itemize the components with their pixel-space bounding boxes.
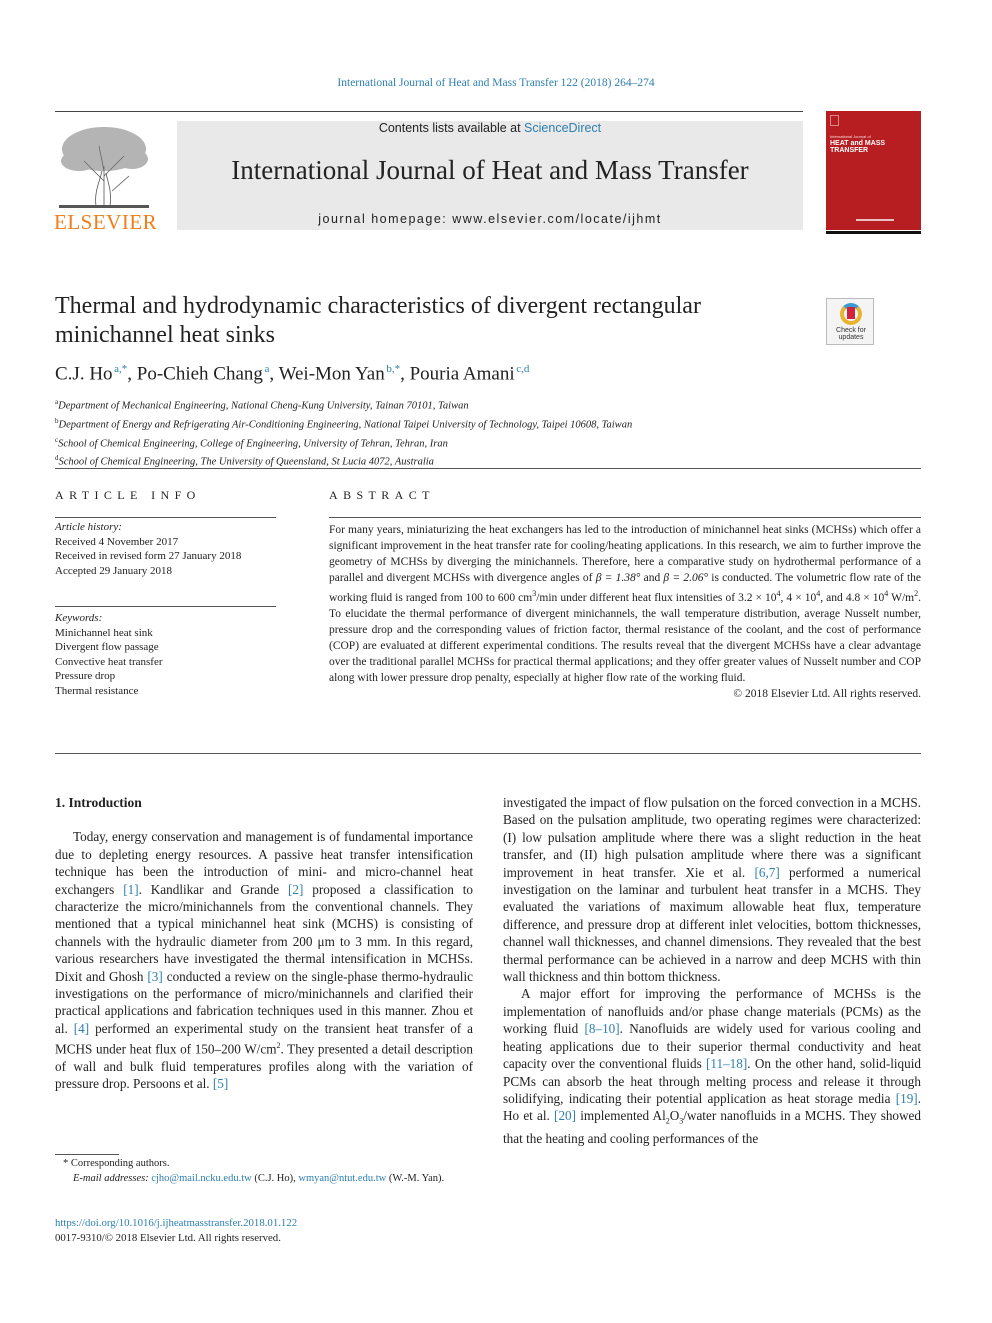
check-for-updates-label: Check for updates [827, 327, 875, 341]
email-link[interactable]: wmyan@ntut.edu.tw [298, 1173, 386, 1184]
abstract-rule [329, 517, 921, 518]
check-for-updates-button[interactable]: Check for updates [826, 298, 874, 345]
author-affil-marker[interactable]: a [265, 363, 270, 375]
body-column-left: 1. Introduction Today, energy conservati… [55, 794, 473, 1093]
cover-line-1: International Journal of [830, 134, 871, 139]
running-head-citation[interactable]: International Journal of Heat and Mass T… [0, 77, 992, 89]
history-item: Received in revised form 27 January 2018 [55, 550, 242, 562]
body-divider [55, 753, 921, 754]
journal-homepage-link[interactable]: journal homepage: www.elsevier.com/locat… [177, 212, 803, 226]
body-paragraph: A major effort for improving the perform… [503, 986, 921, 1147]
keywords-rule [55, 606, 276, 607]
citation-link[interactable]: [20] [554, 1108, 576, 1123]
author-name[interactable]: C.J. Ho [55, 363, 113, 384]
author-affil-marker[interactable]: c,d [516, 363, 529, 375]
author-name[interactable]: Wei-Mon Yan [279, 363, 385, 384]
cover-line-3: TRANSFER [830, 147, 869, 154]
citation-link[interactable]: [5] [213, 1076, 228, 1091]
doi-block: https://doi.org/10.1016/j.ijheatmasstran… [55, 1216, 297, 1246]
cover-line-2: HEAT and MASS [830, 140, 886, 147]
abstract-copyright: © 2018 Elsevier Ltd. All rights reserved… [733, 687, 921, 700]
cover-logo-icon [830, 115, 839, 126]
contents-availability: Contents lists available at ScienceDirec… [177, 121, 803, 135]
author-affil-marker[interactable]: b,* [386, 363, 400, 375]
citation-link[interactable]: [11–18] [706, 1056, 747, 1071]
citation-link[interactable]: [8–10] [584, 1021, 619, 1036]
check-updates-line-2: updates [838, 334, 864, 341]
affiliation-item: bDepartment of Energy and Refrigerating … [55, 414, 632, 433]
email-link[interactable]: cjho@mail.ncku.edu.tw [151, 1173, 251, 1184]
affiliation-text: School of Chemical Engineering, The Univ… [58, 456, 434, 468]
tree-icon [59, 127, 149, 208]
body-paragraph: Today, energy conservation and managemen… [55, 829, 473, 1092]
issn-copyright: 0017-9310/© 2018 Elsevier Ltd. All right… [55, 1232, 281, 1244]
author-name[interactable]: Pouria Amani [410, 363, 515, 384]
abstract-body: For many years, miniaturizing the heat e… [329, 522, 921, 702]
keyword-item[interactable]: Thermal resistance [55, 684, 163, 699]
section-divider [55, 468, 921, 469]
citation-link[interactable]: [1] [123, 882, 138, 897]
article-info-heading: ARTICLE INFO [55, 488, 201, 502]
abstract-heading: ABSTRACT [329, 488, 435, 502]
section-heading-introduction: 1. Introduction [55, 795, 142, 810]
journal-cover-thumbnail[interactable]: International Journal of HEAT and MASS T… [826, 111, 921, 230]
history-item: Received 4 November 2017 [55, 535, 179, 548]
keywords: Keywords: Minichannel heat sink Divergen… [55, 611, 163, 698]
contents-prefix: Contents lists available at [378, 121, 525, 135]
email-note: E-mail addresses: cjho@mail.ncku.edu.tw … [73, 1173, 445, 1184]
affiliation-item: cSchool of Chemical Engineering, College… [55, 433, 632, 452]
affiliation-text: Department of Mechanical Engineering, Na… [58, 400, 469, 412]
keyword-item[interactable]: Convective heat transfer [55, 655, 163, 670]
keyword-item[interactable]: Minichannel heat sink [55, 626, 163, 641]
article-history: Article history: Received 4 November 201… [55, 520, 241, 578]
cover-footer-mark [856, 219, 894, 221]
author-list: C.J. Ho a,*, Po-Chieh Chang a, Wei-Mon Y… [55, 363, 530, 385]
crossmark-bookmark-icon [847, 307, 855, 319]
footnote-rule [55, 1154, 119, 1155]
cover-title: HEAT and MASS TRANSFER [830, 140, 885, 154]
body-paragraph: investigated the impact of flow pulsatio… [503, 795, 922, 985]
keywords-label: Keywords: [55, 612, 103, 624]
keyword-item[interactable]: Pressure drop [55, 669, 163, 684]
journal-masthead: Contents lists available at ScienceDirec… [177, 121, 803, 230]
cover-underline [826, 231, 921, 234]
email-label: E-mail addresses: [73, 1173, 149, 1184]
affiliation-text: School of Chemical Engineering, College … [58, 438, 448, 450]
elsevier-wordmark: ELSEVIER [54, 210, 158, 234]
article-history-label: Article history: [55, 521, 122, 533]
citation-link[interactable]: [4] [74, 1021, 89, 1036]
citation-link[interactable]: [2] [288, 882, 303, 897]
affiliation-text: Department of Energy and Refrigerating A… [58, 419, 633, 431]
affiliation-item: aDepartment of Mechanical Engineering, N… [55, 395, 632, 414]
article-title: Thermal and hydrodynamic characteristics… [55, 293, 701, 348]
article-info-rule [55, 517, 276, 518]
citation-link[interactable]: [3] [147, 969, 162, 984]
citation-link[interactable]: [19] [896, 1091, 918, 1106]
keyword-item[interactable]: Divergent flow passage [55, 640, 163, 655]
doi-link[interactable]: https://doi.org/10.1016/j.ijheatmasstran… [55, 1216, 297, 1231]
top-rule [55, 111, 803, 112]
author-name[interactable]: Po-Chieh Chang [137, 363, 263, 384]
corresponding-note: * Corresponding authors. [63, 1158, 170, 1169]
abstract-paragraph: For many years, miniaturizing the heat e… [329, 524, 922, 684]
check-updates-line-1: Check for [836, 327, 866, 334]
footnotes: * Corresponding authors. E-mail addresse… [55, 1156, 473, 1186]
affiliation-list: aDepartment of Mechanical Engineering, N… [55, 395, 632, 470]
journal-name: International Journal of Heat and Mass T… [231, 155, 749, 185]
citation-link[interactable]: [6,7] [754, 865, 779, 880]
body-column-right: investigated the impact of flow pulsatio… [503, 794, 921, 1148]
author-affil-marker[interactable]: a,* [114, 363, 127, 375]
sciencedirect-link[interactable]: ScienceDirect [524, 121, 601, 135]
history-item: Accepted 29 January 2018 [55, 564, 172, 577]
